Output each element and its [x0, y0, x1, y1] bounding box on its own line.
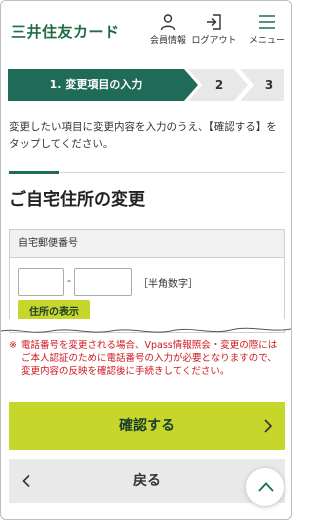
screen: 三井住友カード 会員情報 ログアウト メニュー 1. 変更項目の入力 2 3 変…	[0, 0, 292, 520]
step-1-current: 1. 変更項目の入力	[8, 69, 198, 101]
logout-label: ログアウト	[191, 36, 237, 46]
menu-label: メニュー	[248, 36, 285, 46]
header: 三井住友カード 会員情報 ログアウト メニュー	[1, 1, 291, 57]
back-label: 戻る	[133, 473, 161, 489]
step-1-label: 1. 変更項目の入力	[49, 78, 143, 91]
brand-logo[interactable]: 三井住友カード	[11, 21, 120, 42]
zip-separator: -	[67, 274, 71, 287]
step-3-label: 3	[264, 78, 274, 92]
section-accent-line	[9, 171, 59, 174]
warning-mark: ※	[9, 340, 17, 351]
postal-code-label: 自宅郵便番号	[10, 230, 284, 258]
confirm-button[interactable]: 確認する	[9, 402, 285, 450]
chevron-right-icon	[264, 419, 273, 433]
confirm-label: 確認する	[119, 418, 175, 434]
scroll-to-top-button[interactable]	[245, 467, 285, 507]
page-title: ご自宅住所の変更	[9, 190, 145, 210]
postal-code-card: 自宅郵便番号 - ［半角数字］ 住所の表示	[9, 229, 285, 333]
section-divider	[59, 172, 285, 173]
warning-notice: ※ 電話番号を変更される場合、Vpass情報照会・変更の際にはご本人認証のために…	[9, 339, 285, 378]
zip-first-input[interactable]	[18, 268, 64, 296]
chevron-up-icon	[258, 482, 274, 492]
zip-second-input[interactable]	[74, 268, 132, 296]
instruction-text: 変更したい項目に変更内容を入力のうえ、【確認する】をタップしてください。	[9, 121, 277, 150]
step-progress: 1. 変更項目の入力 2 3	[8, 69, 284, 101]
logout-button[interactable]: ログアウト	[185, 13, 243, 53]
person-icon	[160, 14, 176, 31]
logout-icon	[207, 14, 221, 30]
warning-text: 電話番号を変更される場合、Vpass情報照会・変更の際にはご本人認証のために電話…	[21, 340, 278, 377]
menu-icon	[259, 15, 275, 29]
back-button[interactable]: 戻る	[9, 459, 285, 503]
menu-button[interactable]: メニュー	[242, 13, 291, 53]
step-2-label: 2	[214, 78, 224, 92]
zip-format-note: ［半角数字］	[138, 279, 198, 290]
